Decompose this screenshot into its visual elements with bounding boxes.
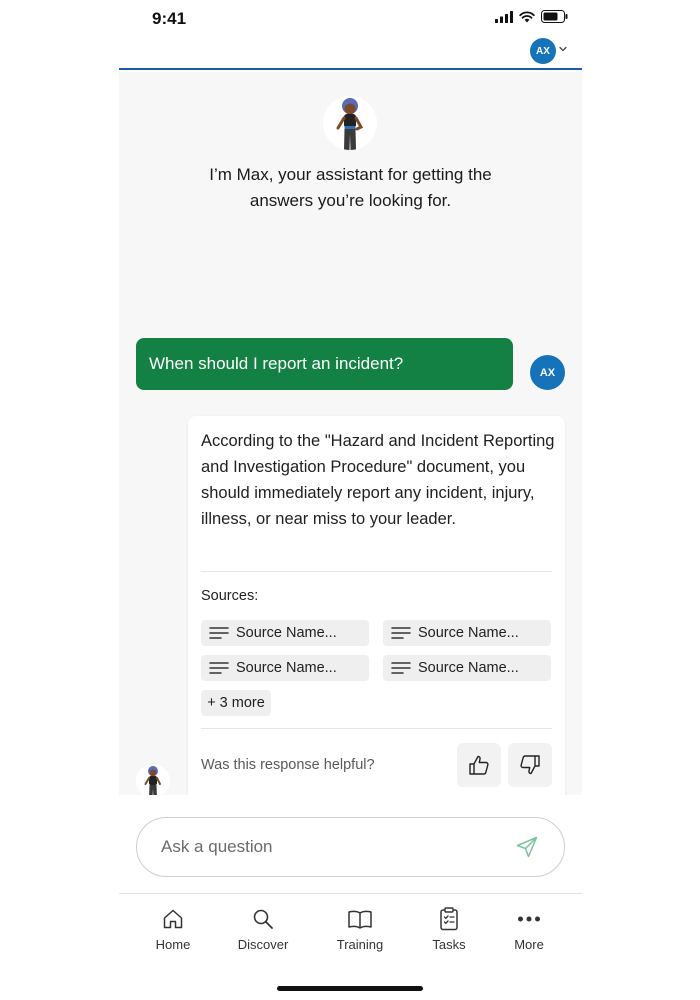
thumbs-down-icon xyxy=(520,755,540,775)
divider xyxy=(201,571,552,572)
bottom-nav: Home Discover Training Tasks More xyxy=(119,893,582,963)
status-icons xyxy=(495,10,568,23)
clipboard-icon xyxy=(440,907,458,931)
assistant-avatar xyxy=(323,96,377,150)
status-time: 9:41 xyxy=(152,9,187,28)
composer xyxy=(136,817,565,877)
thumbs-up-icon xyxy=(469,755,489,775)
home-icon xyxy=(163,909,183,929)
thumbs-down-button[interactable] xyxy=(508,743,552,787)
wifi-icon xyxy=(519,10,535,22)
source-chip-label: Source Name... xyxy=(418,625,519,641)
source-chip[interactable]: Source Name... xyxy=(383,620,551,646)
question-input[interactable] xyxy=(161,818,501,876)
more-sources-button[interactable]: + 3 more xyxy=(201,690,271,716)
home-indicator[interactable] xyxy=(277,986,423,991)
user-message: When should I report an incident? xyxy=(136,338,513,390)
sources-label: Sources: xyxy=(201,588,259,604)
battery-icon xyxy=(541,10,568,23)
nav-label: Discover xyxy=(237,937,289,952)
status-bar: 9:41 xyxy=(119,0,582,36)
nav-label: More xyxy=(514,937,544,952)
signal-icon xyxy=(495,10,513,23)
document-lines-icon xyxy=(209,662,229,674)
nav-tasks[interactable]: Tasks xyxy=(409,906,489,952)
nav-label: Home xyxy=(155,937,191,952)
assistant-answer: According to the "Hazard and Incident Re… xyxy=(201,432,555,528)
send-icon[interactable] xyxy=(516,836,538,858)
chat-area[interactable]: I’m Max, your assistant for getting the … xyxy=(119,72,582,795)
thumbs-up-button[interactable] xyxy=(457,743,501,787)
more-icon xyxy=(518,916,540,922)
chevron-down-icon[interactable] xyxy=(558,45,568,53)
profile-avatar[interactable]: AX xyxy=(530,38,556,64)
source-chip[interactable]: Source Name... xyxy=(201,655,369,681)
assistant-response-card: According to the "Hazard and Incident Re… xyxy=(188,416,565,795)
source-chip-label: Source Name... xyxy=(236,660,337,676)
user-avatar: AX xyxy=(530,355,565,390)
search-icon xyxy=(253,909,273,929)
nav-label: Training xyxy=(336,937,384,952)
source-chip-label: Source Name... xyxy=(236,625,337,641)
document-lines-icon xyxy=(209,627,229,639)
source-chip[interactable]: Source Name... xyxy=(201,620,369,646)
nav-label: Tasks xyxy=(432,937,466,952)
divider xyxy=(201,728,552,729)
book-icon xyxy=(348,910,372,929)
feedback-prompt: Was this response helpful? xyxy=(201,757,375,773)
app-header: AX xyxy=(119,36,582,70)
assistant-intro: I’m Max, your assistant for getting the … xyxy=(209,165,492,210)
source-chip[interactable]: Source Name... xyxy=(383,655,551,681)
phone-screen: 9:41 AX I’m Max, your assistant for gett… xyxy=(119,0,582,1000)
source-chip-label: Source Name... xyxy=(418,660,519,676)
nav-more[interactable]: More xyxy=(489,906,569,952)
document-lines-icon xyxy=(391,662,411,674)
assistant-avatar-small xyxy=(136,764,170,795)
document-lines-icon xyxy=(391,627,411,639)
nav-discover[interactable]: Discover xyxy=(223,906,303,952)
nav-training[interactable]: Training xyxy=(320,906,400,952)
nav-home[interactable]: Home xyxy=(133,906,213,952)
